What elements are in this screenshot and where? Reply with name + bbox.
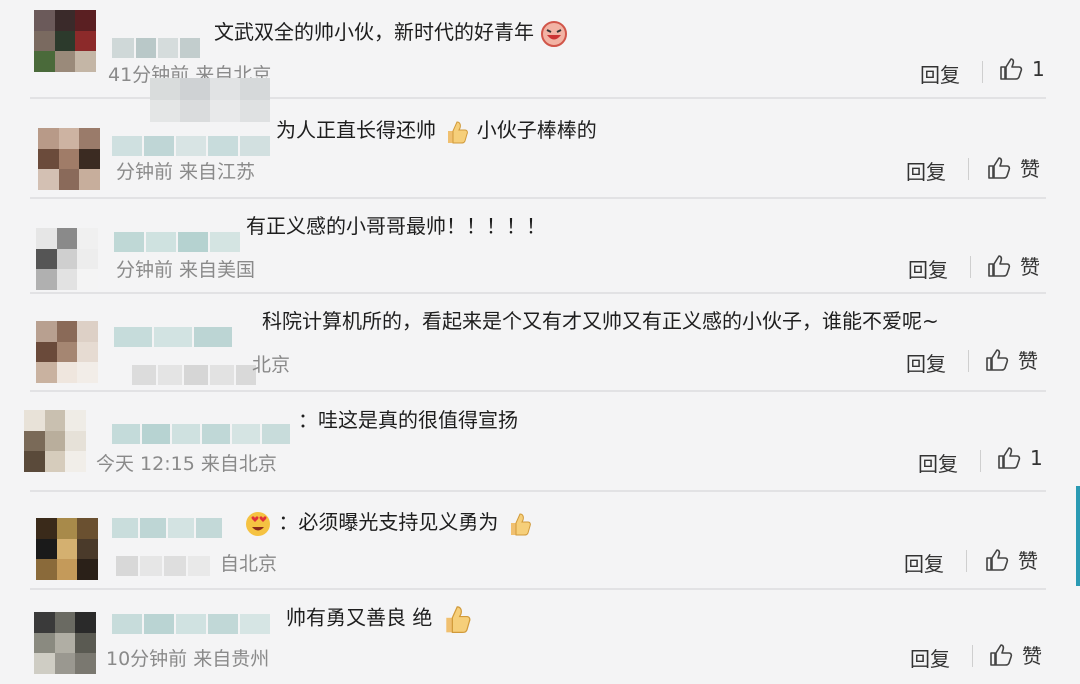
row-divider bbox=[30, 490, 1046, 492]
thumbs-up-icon bbox=[998, 447, 1021, 469]
comment-row: 为人正直长得还帅 小伙子棒棒的 分钟前 来自江苏 回复 赞 bbox=[0, 100, 1080, 198]
reply-button[interactable]: 回复 bbox=[918, 448, 958, 477]
avatar[interactable] bbox=[36, 321, 98, 383]
comment-row: 科院计算机所的，看起来是个又有才又帅又有正义感的小伙子，谁能不爱呢~ 北京 回复… bbox=[0, 295, 1080, 390]
thumbs-up-icon bbox=[1000, 58, 1023, 80]
comment-meta: 分钟前 来自美国 bbox=[116, 259, 256, 281]
like-count: 1 bbox=[1032, 57, 1045, 81]
like-label: 赞 bbox=[1020, 255, 1040, 279]
heart-eyes-emoji bbox=[246, 511, 270, 536]
avatar[interactable] bbox=[36, 228, 98, 290]
username-blurred[interactable] bbox=[112, 136, 270, 156]
comment-meta: 北京 bbox=[252, 354, 291, 376]
reply-button[interactable]: 回复 bbox=[910, 643, 950, 672]
like-label: 赞 bbox=[1020, 157, 1040, 181]
divider bbox=[968, 350, 969, 372]
avatar[interactable] bbox=[38, 128, 100, 190]
like-label: 赞 bbox=[1018, 349, 1038, 373]
username-blurred[interactable] bbox=[112, 38, 200, 58]
like-button[interactable]: 赞 bbox=[986, 153, 1040, 182]
comment-meta: 分钟前 来自江苏 bbox=[116, 161, 256, 183]
avatar[interactable] bbox=[36, 518, 98, 580]
thumbs-up-icon bbox=[990, 643, 1013, 666]
reply-button[interactable]: 回复 bbox=[906, 156, 946, 185]
username-blurred[interactable] bbox=[114, 232, 240, 252]
blur-patch bbox=[116, 556, 210, 576]
laughing-face-emoji bbox=[541, 20, 568, 47]
like-button[interactable]: 赞 bbox=[986, 251, 1040, 280]
divider bbox=[972, 645, 973, 667]
thumbs-up-icon bbox=[988, 156, 1011, 179]
like-count: 1 bbox=[1030, 446, 1043, 470]
comment-row: 有正义感的小哥哥最帅！！！！！ 分钟前 来自美国 回复 赞 bbox=[0, 200, 1080, 292]
like-button[interactable]: 1 bbox=[998, 56, 1045, 82]
scrollbar-edge[interactable] bbox=[1076, 486, 1080, 586]
username-blurred[interactable] bbox=[114, 327, 232, 347]
comment-row: 帅有勇又善良 绝 10分钟前 来自贵州 回复 赞 bbox=[0, 592, 1080, 684]
thumbs-up-emoji bbox=[448, 120, 469, 143]
comment-text: 帅有勇又善良 绝 bbox=[286, 602, 473, 636]
comment-meta: 10分钟前 来自贵州 bbox=[106, 648, 270, 670]
thumbs-up-icon bbox=[988, 254, 1011, 277]
divider bbox=[980, 450, 981, 472]
username-blurred[interactable] bbox=[112, 614, 270, 634]
avatar[interactable] bbox=[34, 612, 96, 674]
comment-text: 文武双全的帅小伙，新时代的好青年 bbox=[214, 18, 568, 48]
comment-text: ：哇这是真的很值得宣扬 bbox=[298, 408, 518, 432]
avatar[interactable] bbox=[34, 10, 96, 72]
username-blurred[interactable] bbox=[112, 518, 222, 538]
like-label: 赞 bbox=[1018, 549, 1038, 573]
comment-meta: 自北京 bbox=[220, 553, 278, 575]
divider bbox=[968, 158, 969, 180]
comment-text: 科院计算机所的，看起来是个又有才又帅又有正义感的小伙子，谁能不爱呢~ bbox=[262, 309, 939, 333]
reply-button[interactable]: 回复 bbox=[906, 348, 946, 377]
comment-meta: 今天 12:15 来自北京 bbox=[96, 453, 277, 475]
thumbs-up-icon bbox=[986, 348, 1009, 371]
blur-patch bbox=[132, 365, 256, 385]
like-button[interactable]: 赞 bbox=[988, 640, 1042, 669]
row-divider bbox=[30, 292, 1046, 294]
username-blurred[interactable] bbox=[112, 424, 290, 444]
thumbs-up-emoji bbox=[446, 606, 471, 633]
divider bbox=[982, 61, 983, 83]
comment-row: ：必须曝光支持见义勇为 自北京 回复 赞 bbox=[0, 494, 1080, 590]
row-divider bbox=[30, 197, 1046, 199]
like-label: 赞 bbox=[1022, 644, 1042, 668]
comment-text: ：必须曝光支持见义勇为 bbox=[244, 508, 533, 538]
reply-button[interactable]: 回复 bbox=[920, 59, 960, 88]
comment-text: 有正义感的小哥哥最帅！！！！！ bbox=[246, 214, 546, 238]
avatar[interactable] bbox=[24, 410, 86, 472]
divider bbox=[970, 256, 971, 278]
like-button[interactable]: 1 bbox=[996, 445, 1043, 471]
row-divider bbox=[30, 588, 1046, 590]
reply-button[interactable]: 回复 bbox=[908, 254, 948, 283]
comment-row: ：哇这是真的很值得宣扬 今天 12:15 来自北京 回复 1 bbox=[0, 394, 1080, 490]
like-button[interactable]: 赞 bbox=[984, 545, 1038, 574]
like-button[interactable]: 赞 bbox=[984, 345, 1038, 374]
comment-text: 为人正直长得还帅 小伙子棒棒的 bbox=[276, 116, 597, 146]
thumbs-up-emoji bbox=[510, 512, 531, 535]
divider bbox=[966, 550, 967, 572]
thumbs-up-icon bbox=[986, 548, 1009, 571]
row-divider bbox=[30, 390, 1046, 392]
reply-button[interactable]: 回复 bbox=[904, 548, 944, 577]
